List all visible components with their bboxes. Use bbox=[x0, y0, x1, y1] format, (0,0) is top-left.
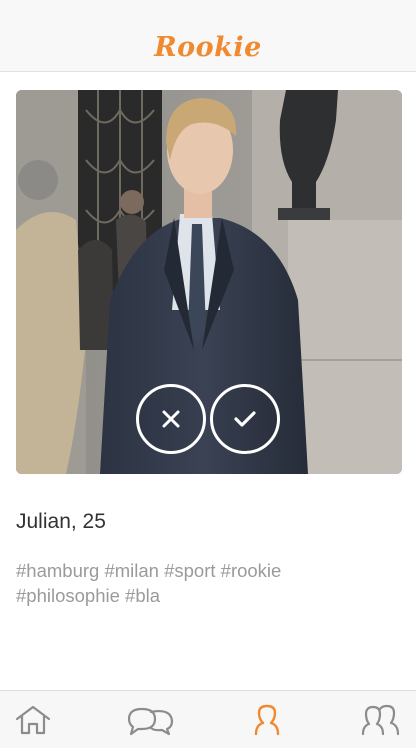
profile-name-age: Julian, 25 bbox=[16, 510, 106, 533]
app-header: Rookie bbox=[0, 0, 416, 72]
app-logo: Rookie bbox=[154, 32, 262, 63]
reject-button[interactable] bbox=[136, 384, 206, 454]
tab-friends[interactable] bbox=[352, 699, 412, 741]
profile-photo-card[interactable] bbox=[16, 90, 402, 474]
tag[interactable]: #rookie bbox=[221, 560, 282, 581]
tag[interactable]: #bla bbox=[125, 585, 160, 606]
tag[interactable]: #milan bbox=[104, 560, 159, 581]
accept-button[interactable] bbox=[210, 384, 280, 454]
tag[interactable]: #philosophie bbox=[16, 585, 120, 606]
app-screen: Rookie Julian, 25 #hamburg #milan #sport… bbox=[0, 0, 416, 748]
tab-profile[interactable] bbox=[237, 699, 297, 741]
home-icon bbox=[15, 705, 51, 735]
checkmark-icon bbox=[234, 411, 256, 427]
tab-home[interactable] bbox=[3, 699, 63, 741]
chat-icon bbox=[127, 707, 174, 736]
profile-tags: #hamburg #milan #sport #rookie #philosop… bbox=[16, 558, 396, 608]
tag[interactable]: #hamburg bbox=[16, 560, 99, 581]
friends-icon bbox=[361, 704, 400, 736]
tab-bar bbox=[0, 690, 416, 748]
close-icon bbox=[162, 410, 180, 428]
profile-icon bbox=[254, 704, 280, 736]
tab-chat[interactable] bbox=[120, 699, 180, 741]
profile-photo bbox=[16, 90, 402, 474]
tag[interactable]: #sport bbox=[164, 560, 215, 581]
